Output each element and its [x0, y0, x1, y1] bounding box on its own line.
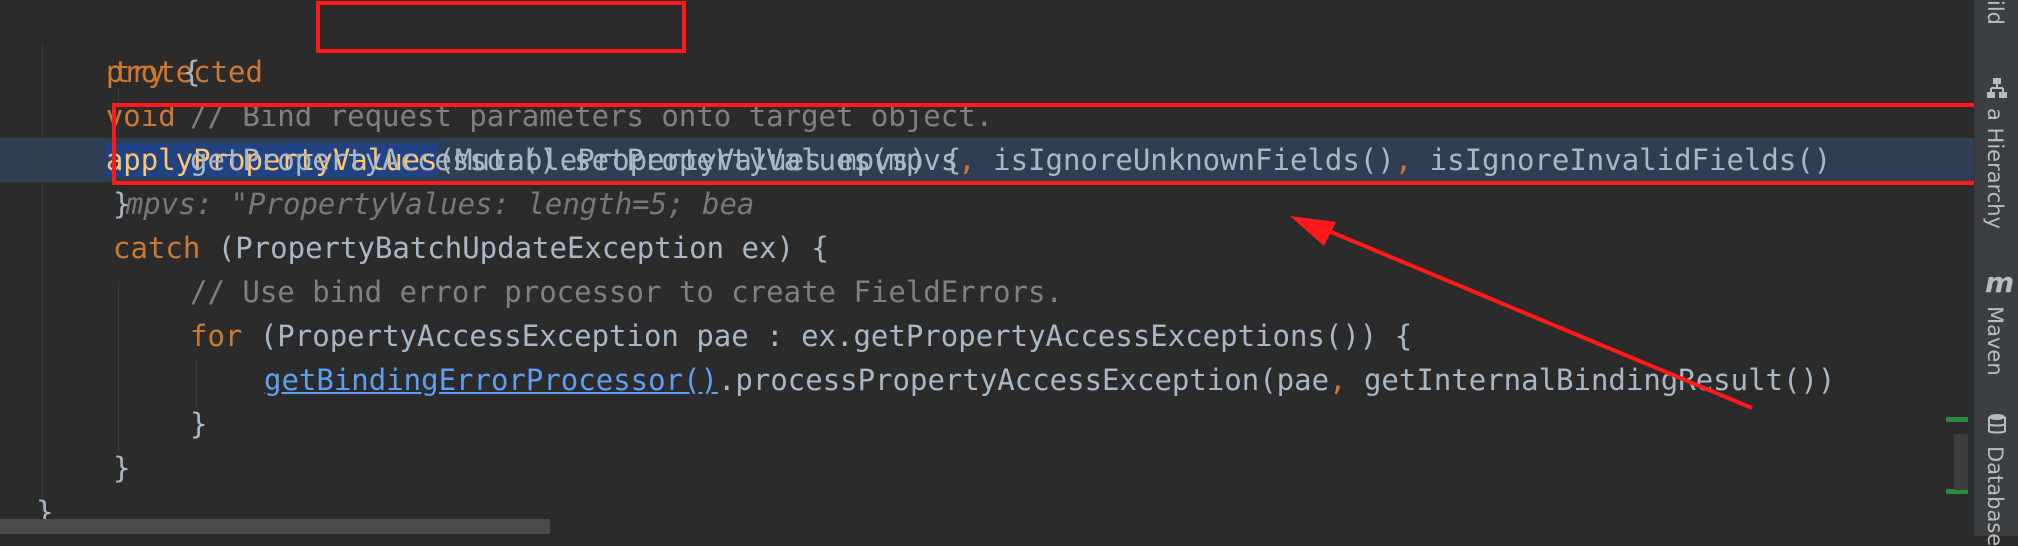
tool-tab-hierarchy[interactable]: a Hierarchy: [1983, 108, 2007, 229]
tool-tab-build[interactable]: ild: [1983, 0, 2007, 25]
maven-icon: m: [1985, 266, 2015, 299]
tool-tab-maven[interactable]: Maven: [1983, 306, 2007, 376]
tool-tab-database[interactable]: Database: [1983, 446, 2007, 546]
database-icon: [1988, 414, 2006, 434]
hierarchy-icon: [1987, 78, 2007, 98]
right-tool-window-bar: ild a Hierarchy m Maven Database: [1974, 0, 2018, 546]
annotation-arrow: [1290, 216, 1753, 410]
code-editor[interactable]: protected void applyPropertyValues(Mutab…: [0, 0, 1974, 536]
